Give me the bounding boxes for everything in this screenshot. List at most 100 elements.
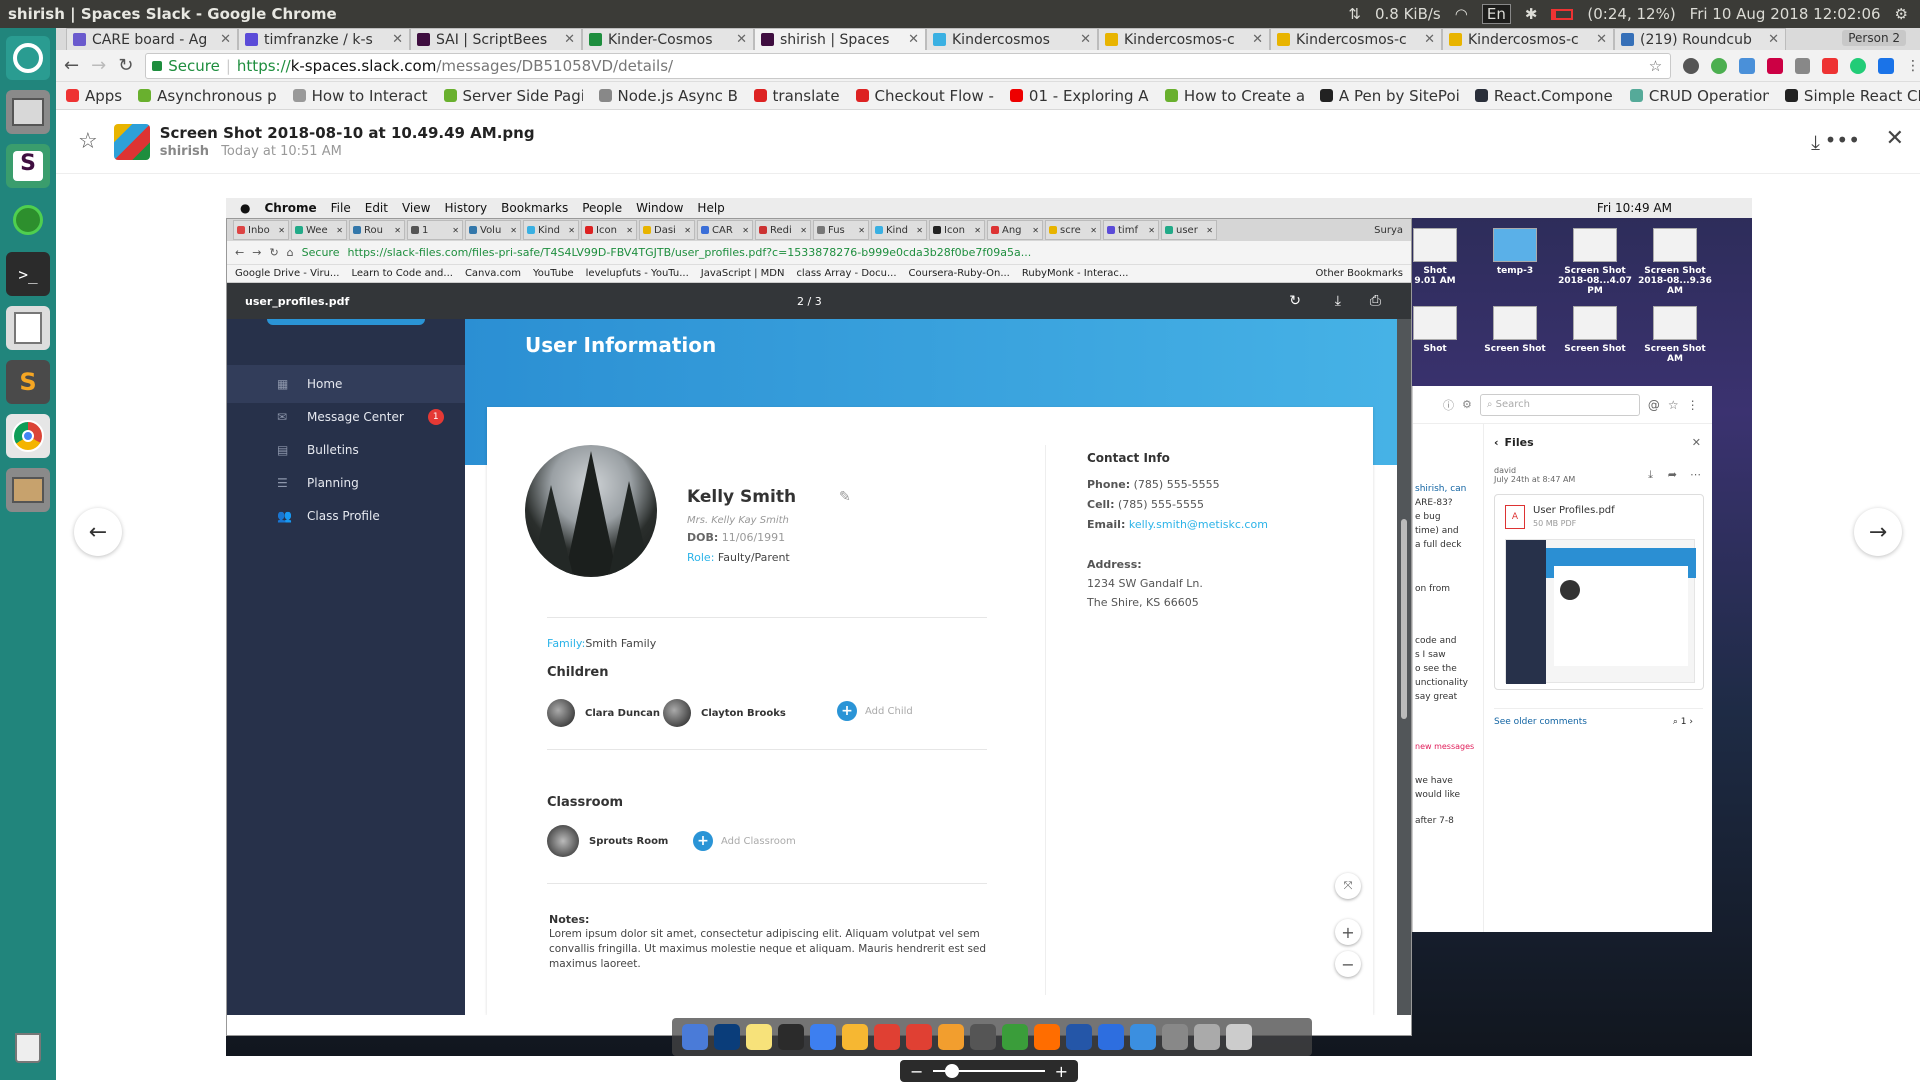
sublime-text-icon[interactable]: S	[6, 360, 50, 404]
browser-tab[interactable]: timfranzke / k-s ✕	[238, 28, 410, 50]
dock-app-icon[interactable]	[1034, 1024, 1060, 1050]
bookmark-item[interactable]: 01 - Exploring As	[1009, 87, 1149, 105]
desktop-file-icon[interactable]: Screen Shot 2018-08...9.36 AM	[1638, 228, 1712, 296]
bookmark-item[interactable]: How to Interact	[292, 87, 428, 105]
inner-bookmark[interactable]: YouTube	[533, 268, 574, 279]
star-icon[interactable]: ☆	[1668, 398, 1679, 412]
rotate-icon[interactable]: ↻	[1289, 293, 1301, 309]
email-link[interactable]: kelly.smith@metiskc.com	[1129, 518, 1268, 531]
extension-icon[interactable]	[1711, 57, 1727, 74]
dock-app-icon[interactable]	[1162, 1024, 1188, 1050]
mac-menu-item[interactable]: View	[402, 201, 430, 215]
older-comments-link[interactable]: See older comments	[1494, 717, 1587, 727]
classroom-item[interactable]: Sprouts Room	[547, 825, 668, 857]
inner-tab[interactable]: Kind ✕	[871, 220, 927, 240]
inner-tab-close-icon[interactable]: ✕	[336, 226, 343, 235]
inner-tab[interactable]: Icon ✕	[581, 220, 637, 240]
pdf-download-icon[interactable]: ⤓	[1335, 293, 1341, 309]
mac-menu-item[interactable]: Bookmarks	[501, 201, 568, 215]
tab-close-icon[interactable]: ✕	[1424, 32, 1435, 47]
inner-tab-close-icon[interactable]: ✕	[800, 226, 807, 235]
bookmark-item[interactable]: CRUD Operation	[1629, 87, 1769, 105]
extension-icon[interactable]	[1878, 57, 1895, 74]
pdf-page-number[interactable]: 2	[797, 295, 804, 308]
inner-bookmark[interactable]: Coursera-Ruby-On...	[909, 268, 1010, 279]
inner-tab-close-icon[interactable]: ✕	[1148, 226, 1155, 235]
inner-tab-close-icon[interactable]: ✕	[684, 226, 691, 235]
close-icon[interactable]: ✕	[1692, 436, 1701, 449]
desktop-file-icon[interactable]: Screen Shot	[1478, 306, 1552, 354]
zoom-out-icon[interactable]: −	[910, 1062, 923, 1081]
dock-app-icon[interactable]	[1130, 1024, 1156, 1050]
inner-bookmark[interactable]: RubyMonk - Interac...	[1022, 268, 1129, 279]
tab-close-icon[interactable]: ✕	[736, 32, 747, 47]
mac-menu-item[interactable]: Chrome	[264, 201, 316, 215]
settings-gear-icon[interactable]: ⚙	[1895, 5, 1908, 23]
print-icon[interactable]: ⎙	[1370, 293, 1381, 309]
child-item[interactable]: Clayton Brooks	[663, 699, 786, 727]
dock-app-icon[interactable]	[778, 1024, 804, 1050]
address-bar[interactable]: Secure | https://k-spaces.slack.com/mess…	[145, 52, 1672, 79]
mention-icon[interactable]: @	[1648, 398, 1660, 412]
bookmark-item[interactable]: translate	[753, 87, 840, 105]
inner-tab[interactable]: scre ✕	[1045, 220, 1101, 240]
dock-app-icon[interactable]	[938, 1024, 964, 1050]
browser-tab[interactable]: CARE board - Ag ✕	[66, 28, 238, 50]
uploader-name[interactable]: shirish	[160, 144, 209, 159]
inner-tab-close-icon[interactable]: ✕	[626, 226, 633, 235]
inner-tab-close-icon[interactable]: ✕	[916, 226, 923, 235]
inner-tab[interactable]: Redi ✕	[755, 220, 811, 240]
keyboard-layout[interactable]: En	[1481, 4, 1511, 24]
download-icon[interactable]: ⤓	[1811, 130, 1820, 154]
extension-icon[interactable]	[1766, 57, 1783, 74]
trash-icon[interactable]	[6, 1026, 50, 1070]
battery-icon[interactable]	[1551, 8, 1574, 20]
extension-icon[interactable]	[1738, 57, 1755, 74]
inner-tab-close-icon[interactable]: ✕	[974, 226, 981, 235]
bluetooth-icon[interactable]: ✱	[1525, 5, 1538, 23]
info-icon[interactable]: ⓘ	[1443, 397, 1454, 413]
next-file-button[interactable]: →	[1854, 508, 1902, 556]
inner-bookmark[interactable]: Google Drive - Viru...	[235, 268, 339, 279]
download-icon[interactable]: ⤓	[1648, 468, 1653, 482]
more-icon[interactable]: ⋮	[1687, 398, 1699, 412]
inner-tab-close-icon[interactable]: ✕	[1090, 226, 1097, 235]
inner-tab-close-icon[interactable]: ✕	[568, 226, 575, 235]
file-card[interactable]: A User Profiles.pdf 50 MB PDF	[1494, 494, 1704, 690]
inner-bookmark[interactable]: levelupfuts - YouTu...	[586, 268, 689, 279]
zoom-in-icon[interactable]: +	[1055, 1062, 1068, 1081]
inner-bookmark[interactable]: Learn to Code and...	[351, 268, 452, 279]
bookmark-item[interactable]: Node.js Async Be	[598, 87, 738, 105]
fit-page-button[interactable]: ⤧	[1335, 873, 1361, 899]
dock-app-icon[interactable]	[1226, 1024, 1252, 1050]
extension-icon[interactable]	[1794, 57, 1811, 74]
mac-menu-item[interactable]: Edit	[365, 201, 388, 215]
inner-tab-close-icon[interactable]: ✕	[858, 226, 865, 235]
reload-icon[interactable]: ↻	[118, 55, 133, 76]
inner-bookmark[interactable]: JavaScript | MDN	[701, 268, 785, 279]
inner-user[interactable]: Surya	[1374, 225, 1403, 236]
tab-close-icon[interactable]: ✕	[908, 32, 919, 47]
desktop-file-icon[interactable]: Screen Shot AM	[1638, 306, 1712, 364]
mac-menu-item[interactable]: File	[331, 201, 351, 215]
bookmark-item[interactable]: Checkout Flow -	[855, 87, 994, 105]
inner-tab[interactable]: Rou ✕	[349, 220, 405, 240]
terminal-icon[interactable]: >_	[6, 252, 50, 296]
other-bookmarks[interactable]: Other Bookmarks	[1316, 268, 1403, 279]
wifi-icon[interactable]: ◠	[1455, 5, 1468, 23]
bookmark-item[interactable]: A Pen by SitePoi	[1319, 87, 1459, 105]
files-icon[interactable]	[6, 90, 50, 134]
dock-app-icon[interactable]	[1194, 1024, 1220, 1050]
inner-tab[interactable]: Icon ✕	[929, 220, 985, 240]
inner-tab[interactable]: user ✕	[1161, 220, 1217, 240]
extension-icon[interactable]	[1822, 57, 1839, 74]
dock-app-icon[interactable]	[842, 1024, 868, 1050]
mac-menu-item[interactable]: People	[582, 201, 622, 215]
share-icon[interactable]: ➦	[1668, 468, 1677, 481]
comment-count[interactable]: ⌕ 1 ›	[1673, 717, 1693, 727]
tab-close-icon[interactable]: ✕	[1252, 32, 1263, 47]
inner-tab[interactable]: Kind ✕	[523, 220, 579, 240]
browser-tab[interactable]: Kindercosmos-c ✕	[1270, 28, 1442, 50]
inner-tab[interactable]: 1 ✕	[407, 220, 463, 240]
menu-kebab-icon[interactable]: ⋮	[1906, 58, 1920, 74]
